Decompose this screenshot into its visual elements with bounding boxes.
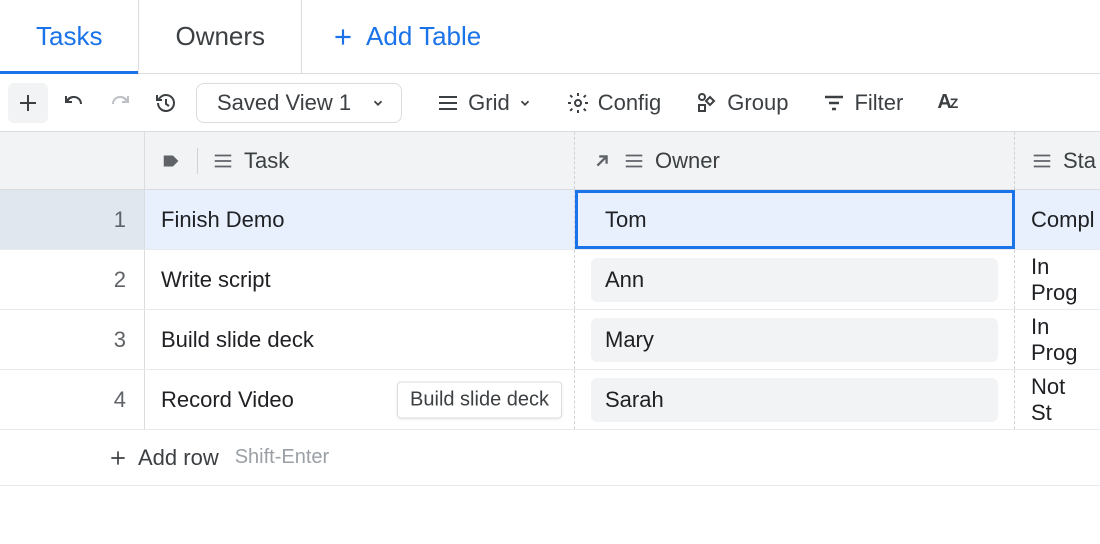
filter-icon: [822, 91, 846, 115]
toolbar: Saved View 1 Grid Config Group Filter A: [0, 74, 1100, 132]
cell-owner[interactable]: Sarah: [575, 370, 1015, 429]
grid-label: Grid: [468, 90, 510, 116]
chevron-down-icon: [371, 96, 385, 110]
add-row-button[interactable]: Add row Shift-Enter: [0, 430, 1100, 486]
tabs: Tasks Owners Add Table: [0, 0, 1100, 74]
add-row-hint: Shift-Enter: [235, 446, 329, 469]
table-row[interactable]: 4 Record Video Build slide deck Sarah No…: [0, 370, 1100, 430]
sort-button[interactable]: AZ: [923, 83, 956, 123]
plus-icon: [330, 24, 356, 50]
grid-icon: [436, 91, 460, 115]
table-body: 1 Finish Demo Tom Compl 2 Write script A…: [0, 190, 1100, 486]
table-row[interactable]: 3 Build slide deck Mary In Prog: [0, 310, 1100, 370]
filter-label: Filter: [854, 90, 903, 116]
cell-status[interactable]: In Prog: [1015, 250, 1100, 309]
cell-status[interactable]: In Prog: [1015, 310, 1100, 369]
add-row-label: Add row: [138, 445, 219, 471]
column-header-status[interactable]: Sta: [1015, 132, 1100, 189]
row-number[interactable]: 2: [0, 250, 145, 309]
row-number-header: [0, 132, 145, 189]
table-row[interactable]: 2 Write script Ann In Prog: [0, 250, 1100, 310]
row-number[interactable]: 1: [0, 190, 145, 249]
text-icon: [623, 150, 645, 172]
tab-label: Tasks: [36, 21, 102, 52]
cell-text: Finish Demo: [161, 207, 284, 233]
group-label: Group: [727, 90, 788, 116]
config-button[interactable]: Config: [552, 83, 676, 123]
add-table-label: Add Table: [366, 21, 481, 52]
row-number[interactable]: 3: [0, 310, 145, 369]
chevron-down-icon: [518, 96, 532, 110]
divider: [197, 148, 198, 174]
link-arrow-icon: [591, 150, 613, 172]
history-button[interactable]: [146, 83, 186, 123]
cell-text: Compl: [1031, 207, 1095, 233]
cell-text: Record Video: [161, 387, 294, 413]
cell-owner[interactable]: Mary: [575, 310, 1015, 369]
text-icon: [1031, 150, 1053, 172]
tab-owners[interactable]: Owners: [139, 0, 302, 73]
chip-text: Tom: [605, 207, 647, 233]
tab-tasks[interactable]: Tasks: [0, 0, 139, 73]
owner-chip: Mary: [591, 318, 998, 362]
saved-view-label: Saved View 1: [217, 90, 351, 116]
add-button[interactable]: [8, 83, 48, 123]
chip-text: Ann: [605, 267, 644, 293]
column-label: Task: [244, 148, 289, 174]
chip-text: Mary: [605, 327, 654, 353]
cell-owner[interactable]: Ann: [575, 250, 1015, 309]
group-icon: [695, 91, 719, 115]
table-row[interactable]: 1 Finish Demo Tom Compl: [0, 190, 1100, 250]
column-label: Sta: [1063, 148, 1096, 174]
cell-text: In Prog: [1031, 254, 1084, 306]
saved-view-select[interactable]: Saved View 1: [196, 83, 402, 123]
owner-chip: Tom: [591, 198, 998, 242]
view-type-select[interactable]: Grid: [422, 83, 546, 123]
cell-text: Build slide deck: [161, 327, 314, 353]
column-header-task[interactable]: Task: [145, 132, 575, 189]
column-header-owner[interactable]: Owner: [575, 132, 1015, 189]
label-tag-icon: [161, 150, 183, 172]
undo-button[interactable]: [54, 83, 94, 123]
cell-task[interactable]: Finish Demo: [145, 190, 575, 249]
chip-text: Sarah: [605, 387, 664, 413]
column-label: Owner: [655, 148, 720, 174]
plus-icon: [108, 448, 128, 468]
owner-chip: Ann: [591, 258, 998, 302]
cell-text: Write script: [161, 267, 271, 293]
redo-button: [100, 83, 140, 123]
cell-task[interactable]: Build slide deck: [145, 310, 575, 369]
cell-status[interactable]: Compl: [1015, 190, 1100, 249]
row-number[interactable]: 4: [0, 370, 145, 429]
cell-text: In Prog: [1031, 314, 1084, 366]
config-label: Config: [598, 90, 662, 116]
filter-button[interactable]: Filter: [808, 83, 917, 123]
cell-task[interactable]: Record Video Build slide deck: [145, 370, 575, 429]
sort-icon: AZ: [937, 91, 956, 114]
gear-icon: [566, 91, 590, 115]
add-table-button[interactable]: Add Table: [302, 0, 509, 73]
group-button[interactable]: Group: [681, 83, 802, 123]
owner-chip: Sarah: [591, 378, 998, 422]
cell-tooltip: Build slide deck: [397, 381, 562, 418]
tab-label: Owners: [175, 21, 265, 52]
cell-status[interactable]: Not St: [1015, 370, 1100, 429]
cell-text: Not St: [1031, 374, 1084, 426]
text-icon: [212, 150, 234, 172]
table-header: Task Owner Sta: [0, 132, 1100, 190]
cell-owner[interactable]: Tom: [575, 190, 1015, 249]
cell-task[interactable]: Write script: [145, 250, 575, 309]
